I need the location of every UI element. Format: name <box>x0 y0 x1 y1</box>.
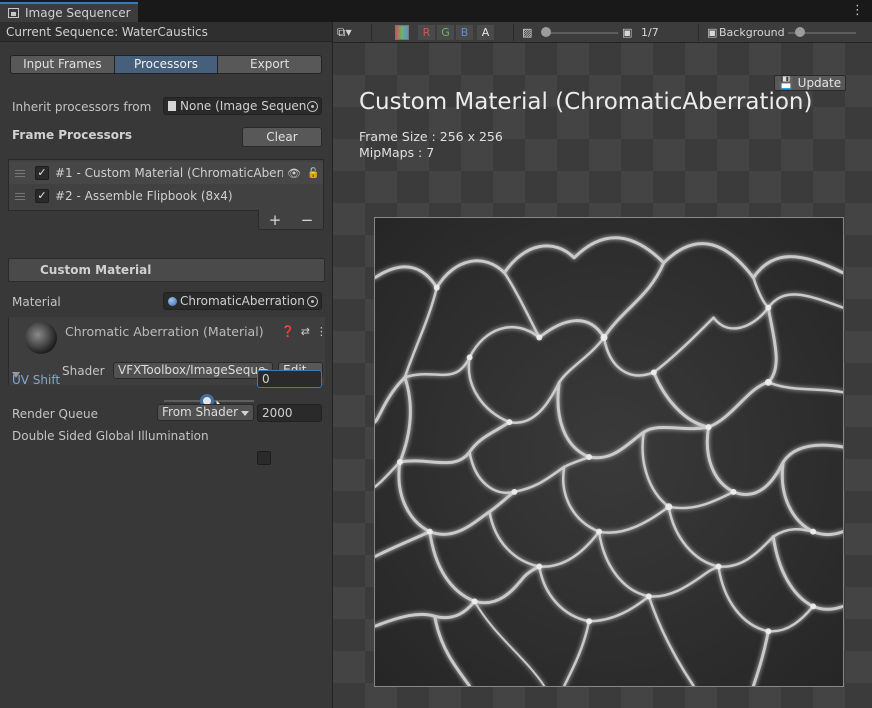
toolbar-separator <box>513 24 514 41</box>
shader-value: VFXToolbox/ImageSeque <box>118 363 266 377</box>
processors-panel: Current Sequence: WaterCaustics Input Fr… <box>0 22 332 708</box>
channel-a-toggle[interactable]: A <box>477 25 494 40</box>
mip-level-icon: ▣ <box>622 26 633 39</box>
processor-label: #1 - Custom Material (ChromaticAberratio <box>55 166 283 180</box>
preview-canvas[interactable]: 💾 Update Custom Material (ChromaticAberr… <box>333 43 872 708</box>
processor-enabled-checkbox[interactable]: ✓ <box>35 166 49 180</box>
render-queue-dropdown[interactable]: From Shader <box>157 404 254 421</box>
inherit-processors-value: None (Image Sequenc <box>180 99 314 113</box>
rgb-channel-icon[interactable] <box>395 25 409 40</box>
material-preview-thumbnail <box>25 322 57 354</box>
background-icon: ▣ <box>707 26 718 39</box>
list-footer: + − <box>258 210 324 230</box>
channel-b-toggle[interactable]: B <box>456 25 473 40</box>
preview-title: Custom Material (ChromaticAberration) <box>359 89 813 115</box>
caustics-texture-image <box>375 218 843 686</box>
help-icon[interactable]: ❓ <box>281 325 295 338</box>
uv-shift-input[interactable]: 0 <box>257 370 322 388</box>
document-icon <box>168 101 176 111</box>
frame-processors-heading: Frame Processors <box>12 128 133 142</box>
current-sequence-label: Current Sequence: WaterCaustics <box>0 22 332 42</box>
object-picker-icon[interactable] <box>307 101 318 112</box>
toolbar-separator <box>371 24 372 41</box>
drag-handle-icon[interactable] <box>15 169 25 177</box>
checker-icon: ▨ <box>522 26 533 39</box>
update-label: Update <box>797 76 842 90</box>
background-slider-thumb[interactable] <box>795 27 805 37</box>
remove-processor-button[interactable]: − <box>301 211 314 229</box>
toolbar-separator <box>698 24 699 41</box>
render-queue-input[interactable]: 2000 <box>257 404 322 422</box>
material-value: ChromaticAberration <box>180 294 305 308</box>
frame-counter: 1/7 <box>641 26 659 39</box>
eye-icon[interactable]: 👁 <box>287 167 301 180</box>
object-picker-icon[interactable] <box>307 296 318 307</box>
chevron-down-icon <box>241 411 249 416</box>
background-label: Background <box>719 26 785 39</box>
save-icon: 💾 <box>778 76 794 90</box>
frame-size-label: Frame Size : 256 x 256 <box>359 129 503 144</box>
image-sequencer-icon <box>8 8 19 18</box>
preview-toolbar: ⧉▾ R G B A ▨ ▣ 1/7 ▣ Background <box>333 22 872 43</box>
window-tab[interactable]: Image Sequencer <box>0 2 138 22</box>
clear-button[interactable]: Clear <box>242 127 322 147</box>
channel-r-toggle[interactable]: R <box>418 25 435 40</box>
dsgi-label: Double Sided Global Illumination <box>12 429 209 443</box>
mip-slider-track[interactable] <box>543 32 618 34</box>
shader-label: Shader <box>62 364 105 378</box>
drag-handle-icon[interactable] <box>15 192 25 200</box>
render-queue-label: Render Queue <box>12 407 98 421</box>
kebab-menu-icon[interactable]: ⋮ <box>316 325 327 338</box>
uv-shift-label: UV Shift <box>12 373 61 387</box>
mip-slider-thumb[interactable] <box>541 27 551 37</box>
list-item[interactable]: ✓ #1 - Custom Material (ChromaticAberrat… <box>9 162 323 184</box>
inherit-processors-field[interactable]: None (Image Sequenc <box>163 97 322 115</box>
shader-dropdown[interactable]: VFXToolbox/ImageSeque <box>113 362 273 379</box>
processor-label: #2 - Assemble Flipbook (8x4) <box>55 189 233 203</box>
material-header-icons: ❓ ⇄ ⋮ <box>281 325 327 338</box>
tab-processors[interactable]: Processors <box>114 56 219 73</box>
settings-sliders-icon[interactable]: ⇄ <box>301 325 310 338</box>
processor-enabled-checkbox[interactable]: ✓ <box>35 189 49 203</box>
mipmaps-label: MipMaps : 7 <box>359 145 435 160</box>
processor-list: ✓ #1 - Custom Material (ChromaticAberrat… <box>8 159 324 211</box>
tab-input-frames[interactable]: Input Frames <box>11 56 115 73</box>
render-queue-mode: From Shader <box>162 405 239 419</box>
section-tabs: Input Frames Processors Export <box>10 55 322 74</box>
material-icon <box>168 296 177 306</box>
layers-icon[interactable]: ⧉▾ <box>337 25 352 40</box>
lock-icon[interactable]: 🔓 <box>307 168 319 179</box>
inherit-processors-label: Inherit processors from <box>12 100 152 114</box>
custom-material-foldout[interactable]: Custom Material <box>8 258 325 282</box>
list-item[interactable]: ✓ #2 - Assemble Flipbook (8x4) <box>9 185 323 207</box>
tab-export[interactable]: Export <box>218 56 321 73</box>
material-title: Chromatic Aberration (Material) <box>65 324 264 339</box>
dsgi-checkbox[interactable] <box>257 451 271 465</box>
window-tab-title: Image Sequencer <box>25 6 131 20</box>
preview-panel: ⧉▾ R G B A ▨ ▣ 1/7 ▣ Background 💾 Update… <box>333 22 872 708</box>
window-tabbar: Image Sequencer ⋮ <box>0 0 872 22</box>
add-processor-button[interactable]: + <box>269 211 282 229</box>
material-label: Material <box>12 295 61 309</box>
channel-g-toggle[interactable]: G <box>437 25 454 40</box>
material-field[interactable]: ChromaticAberration <box>163 292 322 310</box>
window-menu-icon[interactable]: ⋮ <box>851 3 864 18</box>
preview-image <box>374 217 844 687</box>
